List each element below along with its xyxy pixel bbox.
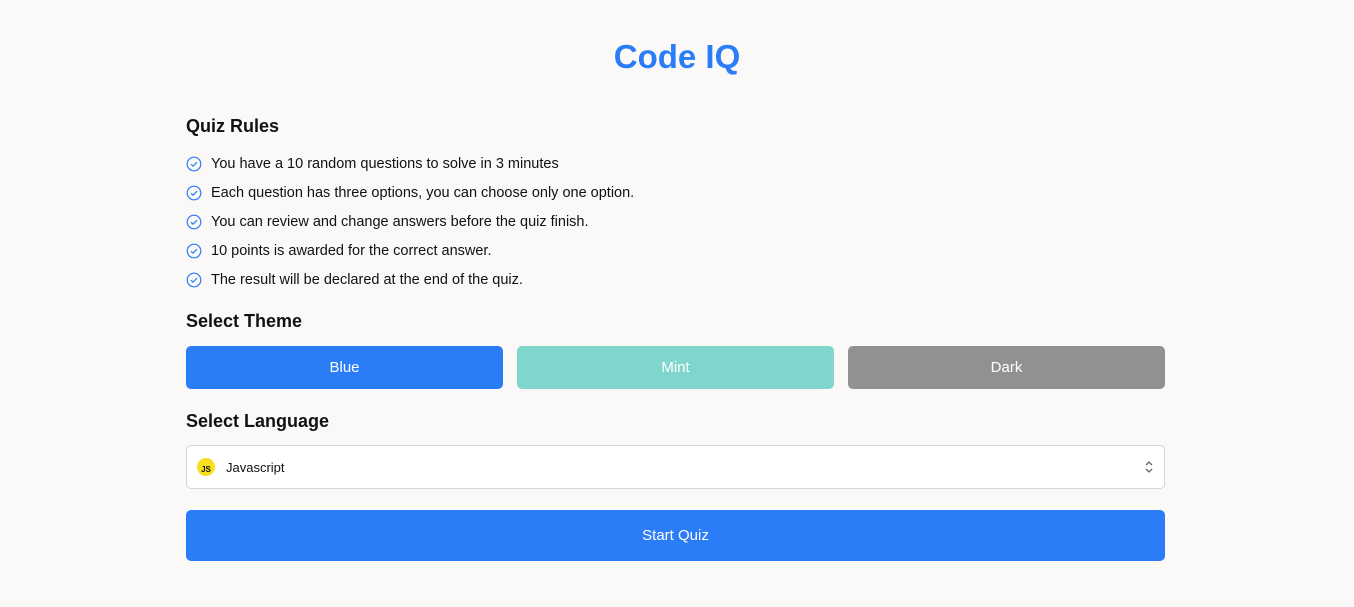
check-circle-icon (186, 272, 202, 287)
check-circle-icon (186, 156, 202, 171)
check-circle-icon (186, 214, 202, 229)
theme-section: Select Theme Blue Mint Dark (186, 311, 1165, 389)
rule-item: You can review and change answers before… (186, 207, 1165, 236)
rule-item: You have a 10 random questions to solve … (186, 149, 1165, 178)
rule-item: Each question has three options, you can… (186, 178, 1165, 207)
rule-text: The result will be declared at the end o… (211, 271, 523, 288)
language-heading: Select Language (186, 411, 330, 431)
check-circle-icon (186, 243, 202, 258)
rules-list: You have a 10 random questions to solve … (186, 149, 1165, 294)
rule-item: 10 points is awarded for the correct ans… (186, 236, 1165, 265)
language-selected-value: Javascript (226, 459, 285, 475)
language-section: Select Language JS Javascript (186, 411, 1165, 489)
quiz-rules-heading: Quiz Rules (186, 116, 280, 136)
app-title: Code IQ (613, 38, 741, 75)
theme-mint-button[interactable]: Mint (517, 346, 834, 389)
language-select[interactable]: JS Javascript (186, 445, 1165, 489)
rule-text: 10 points is awarded for the correct ans… (211, 242, 492, 259)
theme-heading: Select Theme (186, 311, 303, 331)
rule-text: You can review and change answers before… (211, 213, 589, 230)
javascript-logo-icon: JS (197, 458, 215, 476)
rule-text: Each question has three options, you can… (211, 184, 635, 201)
theme-dark-button[interactable]: Dark (848, 346, 1165, 389)
chevron-up-down-icon (1145, 461, 1153, 473)
start-quiz-button[interactable]: Start Quiz (186, 510, 1165, 561)
check-circle-icon (186, 185, 202, 200)
rule-text: You have a 10 random questions to solve … (211, 155, 559, 172)
quiz-rules-section: Quiz Rules You have a 10 random question… (186, 116, 1165, 294)
rule-item: The result will be declared at the end o… (186, 265, 1165, 294)
theme-blue-button[interactable]: Blue (186, 346, 503, 389)
